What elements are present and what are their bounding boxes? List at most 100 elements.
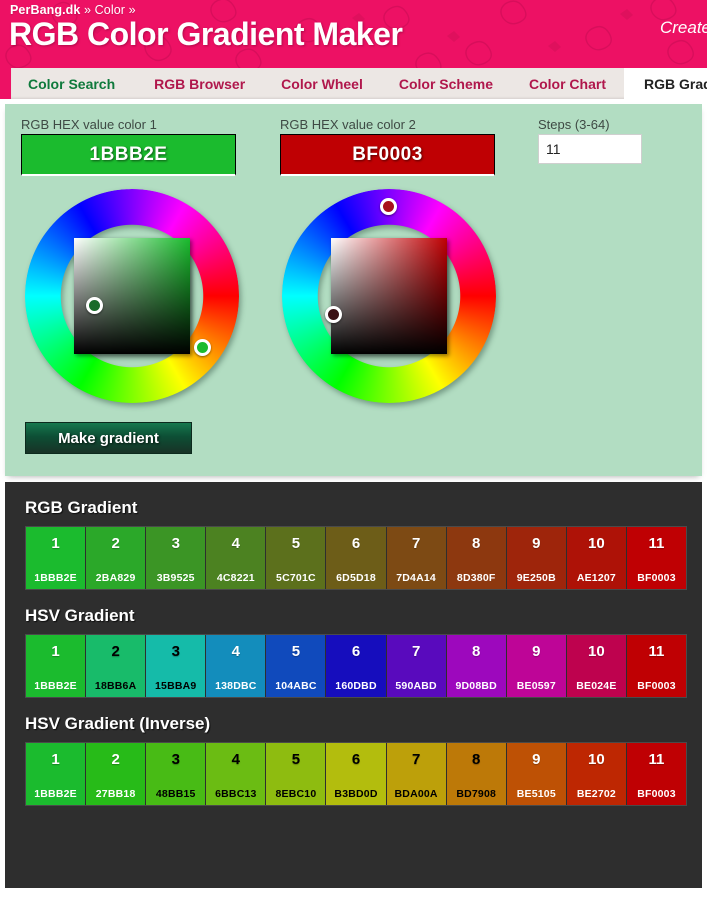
swatch-index: 5 bbox=[292, 643, 300, 660]
gradient-swatch[interactable]: 11BF0003 bbox=[627, 743, 686, 805]
gradient-swatch[interactable]: 227BB18 bbox=[86, 743, 146, 805]
gradient-swatch[interactable]: 4138DBC bbox=[206, 635, 266, 697]
gradient-swatch[interactable]: 11BBB2E bbox=[26, 743, 86, 805]
color-picker-panel: RGB HEX value color 1 1BBB2E RGB HEX val… bbox=[5, 104, 702, 476]
swatch-hex: 1BBB2E bbox=[34, 572, 77, 584]
swatch-hex: 4C8221 bbox=[217, 572, 255, 584]
swatch-index: 5 bbox=[292, 535, 300, 552]
swatch-hex: 48BB15 bbox=[156, 788, 196, 800]
sv-handle-1[interactable] bbox=[86, 297, 103, 314]
swatch-index: 2 bbox=[111, 643, 119, 660]
make-gradient-button[interactable]: Make gradient bbox=[25, 422, 192, 454]
gradient-swatch[interactable]: 99E250B bbox=[507, 527, 567, 589]
color1-hex-field[interactable]: 1BBB2E bbox=[21, 134, 236, 176]
gradient-swatch[interactable]: 6160DBD bbox=[326, 635, 386, 697]
steps-input[interactable] bbox=[538, 134, 642, 164]
swatch-hex: BF0003 bbox=[637, 572, 676, 584]
swatch-index: 2 bbox=[111, 751, 119, 768]
swatch-index: 10 bbox=[588, 535, 605, 552]
gradient-swatch[interactable]: 88D380F bbox=[447, 527, 507, 589]
color2-hex-field[interactable]: BF0003 bbox=[280, 134, 495, 176]
swatch-index: 8 bbox=[472, 643, 480, 660]
gradient-swatch[interactable]: 7BDA00A bbox=[387, 743, 447, 805]
swatch-index: 10 bbox=[588, 751, 605, 768]
gradient-swatch[interactable]: 1 1BBB2E bbox=[26, 527, 86, 589]
swatch-index: 1 bbox=[51, 535, 59, 552]
swatch-hex: 590ABD bbox=[395, 680, 436, 692]
gradient-swatch[interactable]: 10BE024E bbox=[567, 635, 627, 697]
gradient-swatch[interactable]: 5 104ABC bbox=[266, 635, 326, 697]
swatch-index: 9 bbox=[532, 535, 540, 552]
swatch-index: 7 bbox=[412, 751, 420, 768]
tab-color-wheel[interactable]: Color Wheel bbox=[263, 68, 381, 99]
gradient-swatch[interactable]: 11BBB2E bbox=[26, 635, 86, 697]
swatch-hex: BF0003 bbox=[637, 680, 676, 692]
swatch-index: 8 bbox=[472, 751, 480, 768]
swatch-hex: 18BB6A bbox=[95, 680, 136, 692]
swatch-index: 3 bbox=[172, 535, 180, 552]
gradient-swatch[interactable]: 9BE5105 bbox=[507, 743, 567, 805]
swatch-hex: BE0597 bbox=[517, 680, 556, 692]
tab-color-scheme[interactable]: Color Scheme bbox=[381, 68, 511, 99]
gradient-swatch[interactable]: 10 BE2702 bbox=[567, 743, 627, 805]
swatch-hex: B3BD0D bbox=[334, 788, 377, 800]
gradient-swatch[interactable]: 315BBA9 bbox=[146, 635, 206, 697]
swatch-hex: BE024E bbox=[576, 680, 616, 692]
swatch-hex: 7D4A14 bbox=[396, 572, 436, 584]
swatch-hex: BD7908 bbox=[456, 788, 496, 800]
swatch-hex: 6BBC13 bbox=[215, 788, 256, 800]
saturation-value-square-1[interactable] bbox=[74, 238, 190, 354]
tab-color-search[interactable]: Color Search bbox=[11, 68, 136, 99]
hsv-inverse-gradient-title: HSV Gradient (Inverse) bbox=[25, 714, 687, 734]
gradient-swatch[interactable]: 10AE1207 bbox=[567, 527, 627, 589]
swatch-hex: 104ABC bbox=[275, 680, 316, 692]
gradient-swatch[interactable]: 9BE0597 bbox=[507, 635, 567, 697]
swatch-index: 11 bbox=[649, 643, 665, 660]
gradient-swatch[interactable]: 3 3B9525 bbox=[146, 527, 206, 589]
gradient-swatch[interactable]: 4 6BBC13 bbox=[206, 743, 266, 805]
swatch-index: 6 bbox=[352, 535, 360, 552]
color-wheel-2[interactable] bbox=[282, 189, 496, 403]
gradient-swatch[interactable]: 5 8EBC10 bbox=[266, 743, 326, 805]
hue-handle-2[interactable] bbox=[380, 198, 397, 215]
gradient-swatch[interactable]: 5 5C701C bbox=[266, 527, 326, 589]
gradient-swatch[interactable]: 6B3BD0D bbox=[326, 743, 386, 805]
swatch-index: 4 bbox=[232, 643, 240, 660]
tab-rgb-browser[interactable]: RGB Browser bbox=[136, 68, 263, 99]
gradient-swatch[interactable]: 44C8221 bbox=[206, 527, 266, 589]
swatch-hex: 8EBC10 bbox=[275, 788, 316, 800]
tab-rgb-gradient[interactable]: RGB Gradient bbox=[624, 68, 707, 99]
swatch-hex: 3B9525 bbox=[157, 572, 195, 584]
swatch-hex: 1BBB2E bbox=[34, 788, 77, 800]
saturation-value-square-2[interactable] bbox=[331, 238, 447, 354]
tab-strip: Color Search RGB Browser Color Wheel Col… bbox=[11, 68, 707, 99]
color-wheel-1[interactable] bbox=[25, 189, 239, 403]
swatch-index: 2 bbox=[111, 535, 119, 552]
swatch-index: 5 bbox=[292, 751, 300, 768]
gradient-swatch[interactable]: 22BA829 bbox=[86, 527, 146, 589]
gradient-swatch[interactable]: 2 18BB6A bbox=[86, 635, 146, 697]
create-link[interactable]: Create bbox=[660, 18, 707, 38]
gradient-swatch[interactable]: 11BF0003 bbox=[627, 527, 686, 589]
swatch-index: 4 bbox=[232, 751, 240, 768]
gradient-swatch[interactable]: 66D5D18 bbox=[326, 527, 386, 589]
hue-handle-1[interactable] bbox=[194, 339, 211, 356]
gradient-swatch[interactable]: 89D08BD bbox=[447, 635, 507, 697]
sv-handle-2[interactable] bbox=[325, 306, 342, 323]
swatch-index: 1 bbox=[51, 643, 59, 660]
gradient-swatch[interactable]: 8 BD7908 bbox=[447, 743, 507, 805]
swatch-index: 3 bbox=[172, 751, 180, 768]
color2-label: RGB HEX value color 2 bbox=[280, 117, 416, 132]
swatch-hex: 8D380F bbox=[457, 572, 496, 584]
tab-color-chart[interactable]: Color Chart bbox=[511, 68, 624, 99]
swatch-hex: BE5105 bbox=[517, 788, 556, 800]
gradient-swatch[interactable]: 3 48BB15 bbox=[146, 743, 206, 805]
swatch-hex: BE2702 bbox=[577, 788, 616, 800]
gradient-swatch[interactable]: 77D4A14 bbox=[387, 527, 447, 589]
swatch-index: 6 bbox=[352, 643, 360, 660]
site-header: PerBang.dk » Color » RGB Color Gradient … bbox=[0, 0, 707, 68]
gradient-swatch[interactable]: 7590ABD bbox=[387, 635, 447, 697]
page-title: RGB Color Gradient Maker bbox=[9, 15, 402, 53]
gradient-swatch[interactable]: 11 BF0003 bbox=[627, 635, 686, 697]
swatch-hex: 5C701C bbox=[276, 572, 316, 584]
